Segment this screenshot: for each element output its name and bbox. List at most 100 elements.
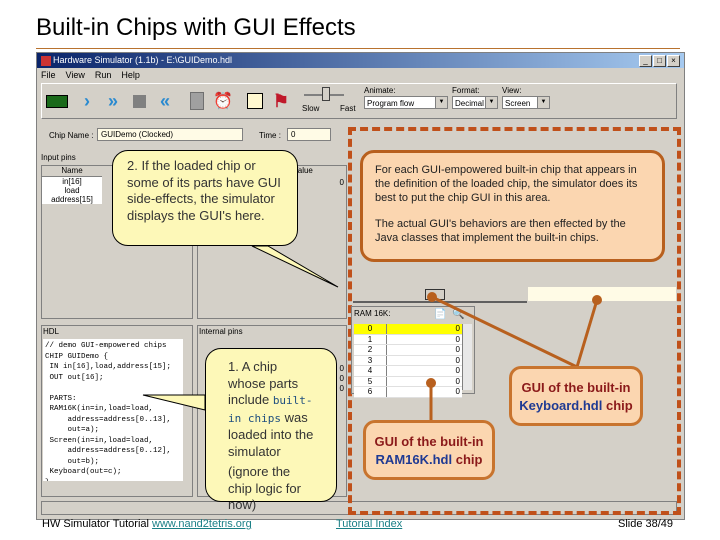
note-paragraph: For each GUI-empowered built-in chip tha… [375, 164, 638, 204]
note-paragraph: The actual GUI's behaviors are then effe… [375, 218, 626, 244]
animate-value: Program flow [367, 99, 415, 108]
ram-value[interactable]: 0 [387, 366, 462, 376]
keyboard-gui[interactable] [353, 287, 527, 303]
chevron-down-icon[interactable]: ▼ [537, 97, 549, 108]
ram-row[interactable]: 40 [354, 366, 462, 377]
format-select[interactable]: Decimal ▼ [452, 96, 498, 109]
ram-gui-label: GUI of the built-in RAM16K.hdl chip [363, 420, 495, 480]
tutorial-index-link[interactable]: Tutorial Index [336, 518, 402, 530]
ram-value[interactable]: 0 [387, 335, 462, 345]
ram-value[interactable]: 0 [387, 387, 462, 397]
load-file-icon[interactable]: 📄 [434, 309, 446, 320]
toolbar: › » « ⏰ ⚑ Slow Fast Animate: Program flo… [41, 83, 677, 119]
view-value: Screen [505, 99, 531, 108]
binoculars-icon[interactable]: 🔍 [452, 309, 464, 320]
gui-area-note: For each GUI-empowered built-in chip tha… [360, 150, 665, 262]
keyboard-gui-label: GUI of the built-in Keyboard.hdl chip [509, 366, 643, 426]
format-value: Decimal [455, 99, 484, 108]
col-name-header[interactable]: Name [42, 166, 102, 177]
label-suffix: chip [452, 452, 483, 467]
chip-load-icon[interactable] [46, 90, 68, 112]
ram-address: 1 [354, 334, 387, 344]
internal-pin-value: 0 [339, 374, 344, 383]
speed-slider-thumb[interactable] [322, 87, 330, 101]
reset-icon[interactable]: « [154, 90, 176, 112]
ram-address: 5 [354, 376, 387, 386]
stop-icon[interactable] [128, 90, 150, 112]
app-icon [41, 55, 51, 66]
ram-table[interactable]: 00 10 20 30 40 50 60 [354, 324, 462, 398]
chevron-down-icon[interactable]: ▼ [485, 97, 497, 108]
keyboard-input-field[interactable] [528, 287, 676, 301]
ram-value[interactable]: 0 [387, 356, 462, 366]
format-label: Format: [452, 86, 480, 95]
internal-pin-value: 0 [339, 364, 344, 373]
pin-value: 0 [339, 178, 344, 187]
minimize-button[interactable]: _ [639, 55, 652, 67]
single-step-icon[interactable]: › [76, 90, 98, 112]
view-select[interactable]: Screen ▼ [502, 96, 550, 109]
label-line: GUI of the built-in [521, 380, 631, 395]
input-pins-label: Input pins [41, 153, 76, 162]
ram-address: 2 [354, 345, 387, 355]
nand2tetris-link[interactable]: www.nand2tetris.org [152, 518, 252, 530]
chip-name-label: Chip Name : [49, 131, 94, 140]
keyboard-chip-name: Keyboard.hdl [519, 398, 603, 413]
ram-value[interactable]: 0 [387, 345, 462, 355]
ram-row[interactable]: 10 [354, 334, 462, 345]
calculator-icon[interactable] [186, 90, 208, 112]
footer-center: Tutorial Index [336, 518, 402, 530]
label-suffix: chip [602, 398, 633, 413]
menu-view[interactable]: View [66, 68, 85, 82]
close-button[interactable]: × [667, 55, 680, 67]
ram-address: 4 [354, 366, 387, 376]
menu-run[interactable]: Run [95, 68, 112, 82]
table-row[interactable]: address[15] [42, 195, 102, 204]
ram-value[interactable]: 0 [387, 377, 462, 387]
window-titlebar[interactable]: Hardware Simulator (1.1b) - E:\GUIDemo.h… [37, 53, 684, 68]
table-row[interactable]: load [42, 186, 102, 195]
ram-address: 3 [354, 355, 387, 365]
ram-row[interactable]: 30 [354, 355, 462, 366]
run-icon[interactable]: » [102, 90, 124, 112]
animate-select[interactable]: Program flow ▼ [364, 96, 448, 109]
animate-label: Animate: [364, 86, 396, 95]
slow-label: Slow [302, 104, 320, 113]
menu-file[interactable]: File [41, 68, 56, 82]
maximize-button[interactable]: □ [653, 55, 666, 67]
internal-pin-value: 0 [339, 384, 344, 393]
ram-title: RAM 16K: [354, 309, 391, 318]
breakpoint-flag-icon[interactable]: ⚑ [270, 90, 292, 112]
ram-chip-name: RAM16K.hdl [375, 452, 453, 467]
callout-note: (ignore the chip logic for now) [228, 464, 301, 512]
script-icon[interactable] [244, 90, 266, 112]
ram16k-gui: RAM 16K: 📄 🔍 00 10 20 30 40 50 60 [351, 306, 475, 398]
footer-left: HW Simulator Tutorial www.nand2tetris.or… [42, 518, 252, 530]
ram-address: 0 [354, 324, 387, 334]
menu-bar: File View Run Help [37, 68, 684, 82]
menu-help[interactable]: Help [121, 68, 140, 82]
callout-chip-loaded: 1. A chip whose parts include built-in c… [205, 348, 337, 512]
callout-text: 2. If the loaded chip or some of its par… [127, 158, 281, 223]
ram-row[interactable]: 00 [354, 324, 462, 335]
time-field: 0 [287, 128, 331, 141]
ram-value[interactable]: 0 [387, 324, 462, 334]
keyboard-icon [425, 289, 445, 300]
title-divider [36, 48, 680, 49]
footer-text: HW Simulator Tutorial [42, 518, 149, 530]
clock-icon[interactable]: ⏰ [212, 90, 234, 112]
chevron-down-icon[interactable]: ▼ [435, 97, 447, 108]
chip-name-field: GUIDemo (Clocked) [97, 128, 243, 141]
ram-row[interactable]: 60 [354, 387, 462, 398]
ram-address: 6 [354, 387, 387, 397]
slide-title: Built-in Chips with GUI Effects [36, 14, 356, 41]
ram-row[interactable]: 20 [354, 345, 462, 356]
window-title: Hardware Simulator (1.1b) - E:\GUIDemo.h… [53, 55, 233, 65]
label-line: GUI of the built-in [374, 434, 484, 449]
hdl-code[interactable]: // demo GUI-empowered chips CHIP GUIDemo… [43, 339, 183, 481]
ram-row[interactable]: 50 [354, 376, 462, 387]
ram-scrollbar[interactable] [462, 324, 472, 390]
callout-gui-side-effects: 2. If the loaded chip or some of its par… [112, 150, 298, 246]
view-label: View: [502, 86, 522, 95]
table-row[interactable]: in[16] [42, 177, 102, 186]
